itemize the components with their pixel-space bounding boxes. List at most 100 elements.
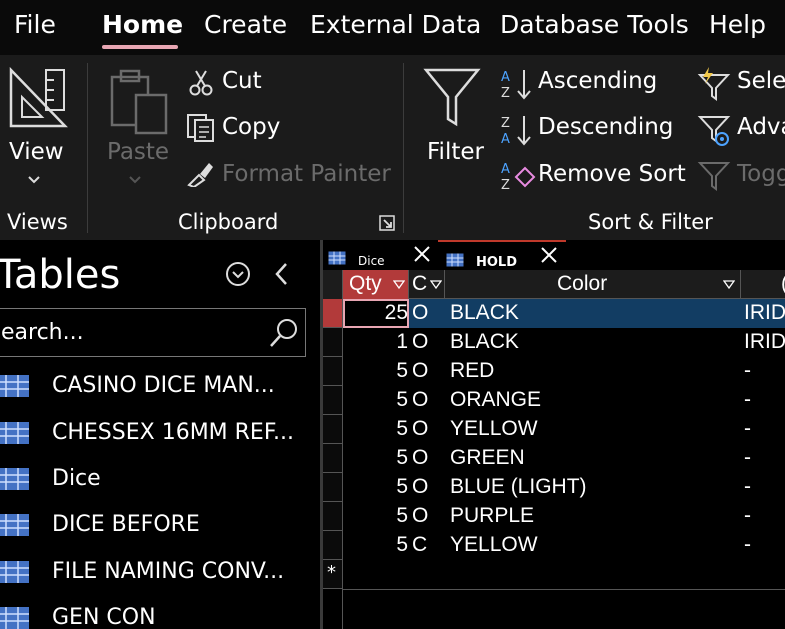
filter-label: Filter [427, 139, 484, 165]
paste-label: Paste [107, 139, 170, 165]
cell-c[interactable]: O [412, 504, 428, 528]
cell-color[interactable]: PURPLE [450, 504, 534, 528]
cell-qty[interactable]: 5 [396, 446, 408, 470]
cell-color[interactable]: BLACK [450, 330, 519, 354]
cell-c[interactable]: O [412, 388, 428, 412]
cell-c[interactable]: C [412, 533, 427, 557]
nav-pane-title: Tables [0, 252, 121, 298]
cell-extra[interactable]: IRID [744, 330, 785, 354]
cell-qty[interactable]: 5 [396, 533, 408, 557]
nav-options-icon[interactable] [224, 260, 252, 288]
row-selector[interactable] [323, 357, 343, 386]
cell-qty[interactable]: 5 [396, 475, 408, 499]
column-header-color[interactable]: Color [445, 270, 741, 299]
cell-c[interactable]: O [412, 330, 428, 354]
cell-c[interactable]: O [412, 301, 428, 325]
cell-color[interactable]: YELLOW [450, 417, 538, 441]
column-header-label: ( [781, 272, 785, 296]
table-icon [0, 561, 29, 583]
tab-label: Dice [358, 254, 385, 268]
row-selector[interactable] [323, 444, 343, 473]
table-row[interactable] [343, 299, 785, 328]
tab-dice[interactable]: Dice [323, 240, 437, 270]
cell-qty[interactable]: 5 [396, 417, 408, 441]
cell-qty[interactable]: 5 [396, 359, 408, 383]
cell-qty[interactable]: 5 [396, 504, 408, 528]
dialog-launcher-icon[interactable] [378, 214, 396, 232]
nav-table-item[interactable]: CHESSEX 16MM REF... [0, 411, 320, 457]
row-selector[interactable] [323, 415, 343, 444]
table-icon [446, 253, 464, 267]
toggle-filter-label: Togg [737, 161, 785, 187]
view-icon [9, 67, 68, 128]
row-selector[interactable] [323, 328, 343, 357]
new-record-selector[interactable]: * [323, 560, 343, 589]
cell-color[interactable]: ORANGE [450, 388, 541, 412]
cell-c[interactable]: O [412, 475, 428, 499]
row-selector[interactable] [323, 473, 343, 502]
menu-home[interactable]: Home [102, 10, 183, 39]
row-selector[interactable] [323, 531, 343, 560]
column-header-next[interactable]: ( [741, 270, 785, 299]
cell-extra[interactable]: - [744, 446, 751, 470]
cell-c[interactable]: O [412, 359, 428, 383]
close-icon[interactable] [539, 245, 559, 265]
group-divider [403, 63, 404, 233]
nav-table-item[interactable]: FILE NAMING CONV... [0, 550, 320, 596]
row-selector[interactable] [323, 386, 343, 415]
search-box[interactable]: earch... [0, 308, 306, 357]
menu-database-tools[interactable]: Database Tools [500, 10, 689, 39]
svg-text:A: A [501, 132, 510, 147]
search-input[interactable]: earch... [1, 320, 84, 345]
sort-filter-dropdown-icon[interactable] [393, 280, 405, 290]
advanced-label: Adva [737, 114, 785, 140]
cell-extra[interactable]: - [744, 475, 751, 499]
cell-extra[interactable]: IRID [744, 301, 785, 325]
menu-external-data[interactable]: External Data [310, 10, 481, 39]
sort-filter-dropdown-icon[interactable] [723, 280, 735, 290]
menu-file[interactable]: File [14, 10, 56, 39]
toggle-filter-icon [697, 162, 731, 191]
cell-color[interactable]: BLACK [450, 301, 519, 325]
select-all-cell[interactable] [323, 270, 343, 299]
menu-help[interactable]: Help [709, 10, 766, 39]
remove-sort-icon: A Z [501, 162, 536, 193]
remove-sort-label: Remove Sort [538, 161, 686, 187]
cell-qty[interactable]: 25 [385, 301, 408, 325]
svg-text:Z: Z [501, 116, 510, 131]
cell-qty[interactable]: 1 [396, 330, 408, 354]
cell-color[interactable]: YELLOW [450, 533, 538, 557]
menu-create[interactable]: Create [204, 10, 287, 39]
row-selector[interactable] [323, 299, 343, 328]
cell-c[interactable]: O [412, 417, 428, 441]
cell-extra[interactable]: - [744, 504, 751, 528]
column-header-label: C [412, 272, 428, 295]
cell-extra[interactable]: - [744, 359, 751, 383]
cell-color[interactable]: GREEN [450, 446, 525, 470]
cell-extra[interactable]: - [744, 533, 751, 557]
chevron-down-icon [28, 176, 40, 184]
cell-color[interactable]: BLUE (LIGHT) [450, 475, 587, 499]
new-row-bottom-border [343, 589, 785, 590]
collapse-pane-icon[interactable] [272, 260, 292, 288]
nav-table-item[interactable]: GEN CON [0, 596, 320, 629]
sort-filter-dropdown-icon[interactable] [430, 280, 442, 290]
cell-c[interactable]: O [412, 446, 428, 470]
nav-table-item[interactable]: Dice [0, 457, 320, 503]
column-header-c[interactable]: C [409, 270, 445, 299]
cell-extra[interactable]: - [744, 417, 751, 441]
table-icon [328, 251, 346, 265]
cell-qty[interactable]: 5 [396, 388, 408, 412]
row-selector[interactable] [323, 502, 343, 531]
nav-table-label: FILE NAMING CONV... [52, 559, 285, 584]
nav-table-item[interactable]: DICE BEFORE [0, 503, 320, 549]
group-label-clipboard: Clipboard [178, 210, 279, 234]
nav-table-item[interactable]: CASINO DICE MAN... [0, 364, 320, 410]
cell-color[interactable]: RED [450, 359, 494, 383]
cell-extra[interactable]: - [744, 388, 751, 412]
column-header-qty[interactable]: Qty [343, 270, 409, 299]
close-icon[interactable] [412, 244, 432, 264]
search-icon[interactable] [269, 317, 299, 349]
column-header-label: Color [557, 272, 608, 295]
tab-hold[interactable]: HOLD [438, 240, 566, 270]
